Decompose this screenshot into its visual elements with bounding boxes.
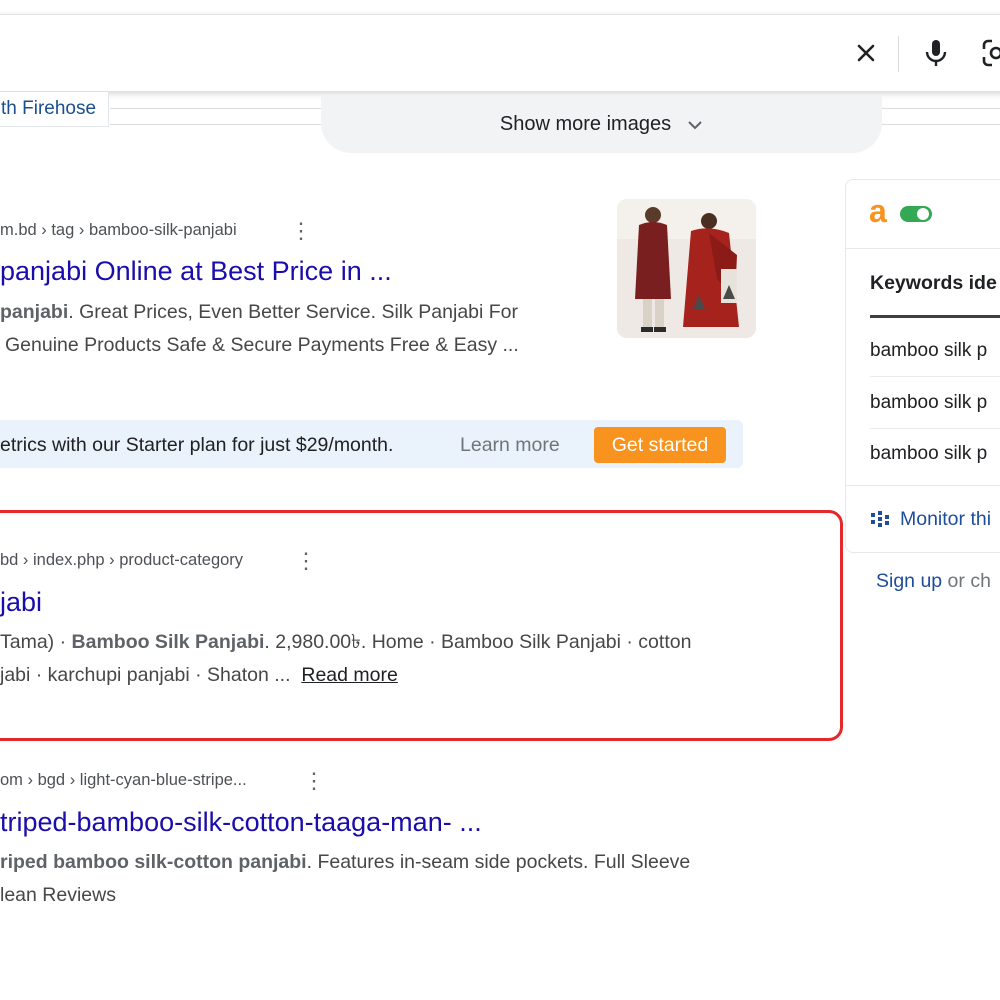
result-3-snippet-line-2: lean Reviews [0, 884, 116, 906]
result-2-snippet-line-2: jabi · karchupi panjabi · Shaton ... Rea… [0, 659, 398, 692]
monitor-button[interactable]: Monitor thi [870, 508, 991, 531]
result-1-snippet-line-1: panjabi. Great Prices, Even Better Servi… [0, 296, 518, 329]
promo-text: etrics with our Starter plan for just $2… [0, 434, 394, 456]
monitor-label: Monitor thi [900, 508, 992, 530]
result-2-snippet-a: Tama) · [0, 631, 72, 653]
extension-toggle-knob [917, 208, 929, 220]
result-3-breadcrumb[interactable]: om › bgd › light-cyan-blue-stripe... [0, 771, 247, 790]
close-icon[interactable] [846, 33, 886, 73]
keyword-item[interactable]: bamboo silk p [870, 443, 987, 465]
result-3-snippet-line-1: riped bamboo silk-cotton panjabi. Featur… [0, 846, 690, 879]
extension-logo[interactable]: a [869, 195, 887, 227]
signup-link[interactable]: Sign up [876, 570, 942, 592]
show-more-images-label: Show more images [499, 113, 672, 135]
result-2-title[interactable]: jabi [0, 587, 42, 618]
signup-line: Sign up or ch [876, 570, 991, 593]
promo-learn-more-link[interactable]: Learn more [460, 434, 560, 457]
camera-lens-icon[interactable] [976, 33, 1000, 73]
result-3-snippet-rest: . Features in-seam side pockets. Full Sl… [306, 851, 691, 873]
image-source-chip[interactable]: th Firehose [0, 92, 110, 127]
result-3-title[interactable]: triped-bamboo-silk-cotton-taaga-man- ... [0, 807, 482, 838]
result-1-more-icon[interactable]: ⋮ [290, 220, 312, 242]
result-1-snippet-rest: . Great Prices, Even Better Service. Sil… [68, 301, 519, 323]
result-2-breadcrumb[interactable]: bd › index.php › product-category [0, 551, 243, 570]
image-source-label: th Firehose [1, 98, 97, 119]
result-1-breadcrumb[interactable]: m.bd › tag › bamboo-silk-panjabi [0, 221, 237, 240]
search-divider [898, 36, 899, 72]
result-3-more-icon[interactable]: ⋮ [303, 770, 325, 792]
keyword-divider [870, 428, 1000, 429]
result-2-snippet-line-2-text: jabi · karchupi panjabi · Shaton ... [0, 664, 291, 686]
result-3-snippet-bold: riped bamboo silk-cotton panjabi [0, 851, 307, 873]
keywords-panel [845, 179, 1000, 553]
show-more-images-button[interactable]: Show more images [321, 96, 882, 153]
microphone-icon[interactable] [916, 33, 956, 73]
signup-rest: or ch [942, 570, 991, 592]
chevron-down-icon [688, 120, 702, 129]
keywords-heading: Keywords ide [870, 272, 997, 294]
keyword-item[interactable]: bamboo silk p [870, 392, 987, 414]
result-1-title[interactable]: panjabi Online at Best Price in ... [0, 256, 392, 287]
result-1-snippet-line-2: Genuine Products Safe & Secure Payments … [5, 334, 519, 356]
keyword-item[interactable]: bamboo silk p [870, 340, 987, 362]
monitor-icon [871, 510, 889, 527]
get-started-label: Get started [611, 433, 709, 456]
result-1-snippet-bold: panjabi [0, 301, 69, 323]
get-started-button[interactable]: Get started [594, 427, 726, 463]
result-2-more-icon[interactable]: ⋮ [295, 550, 317, 572]
panel-footer-divider [846, 485, 1000, 486]
keywords-tab-underline [870, 315, 1000, 318]
read-more-link[interactable]: Read more [301, 664, 397, 686]
keyword-divider [870, 376, 1000, 377]
panel-header-divider [846, 248, 1000, 249]
result-2-snippet-line-1: Tama) · Bamboo Silk Panjabi. 2,980.00৳. … [0, 626, 691, 659]
result-2-snippet-b: . 2,980.00৳. Home · Bamboo Silk Panjabi … [264, 631, 692, 653]
result-1-thumbnail[interactable] [617, 199, 756, 338]
result-2-snippet-bold: Bamboo Silk Panjabi [71, 631, 265, 653]
